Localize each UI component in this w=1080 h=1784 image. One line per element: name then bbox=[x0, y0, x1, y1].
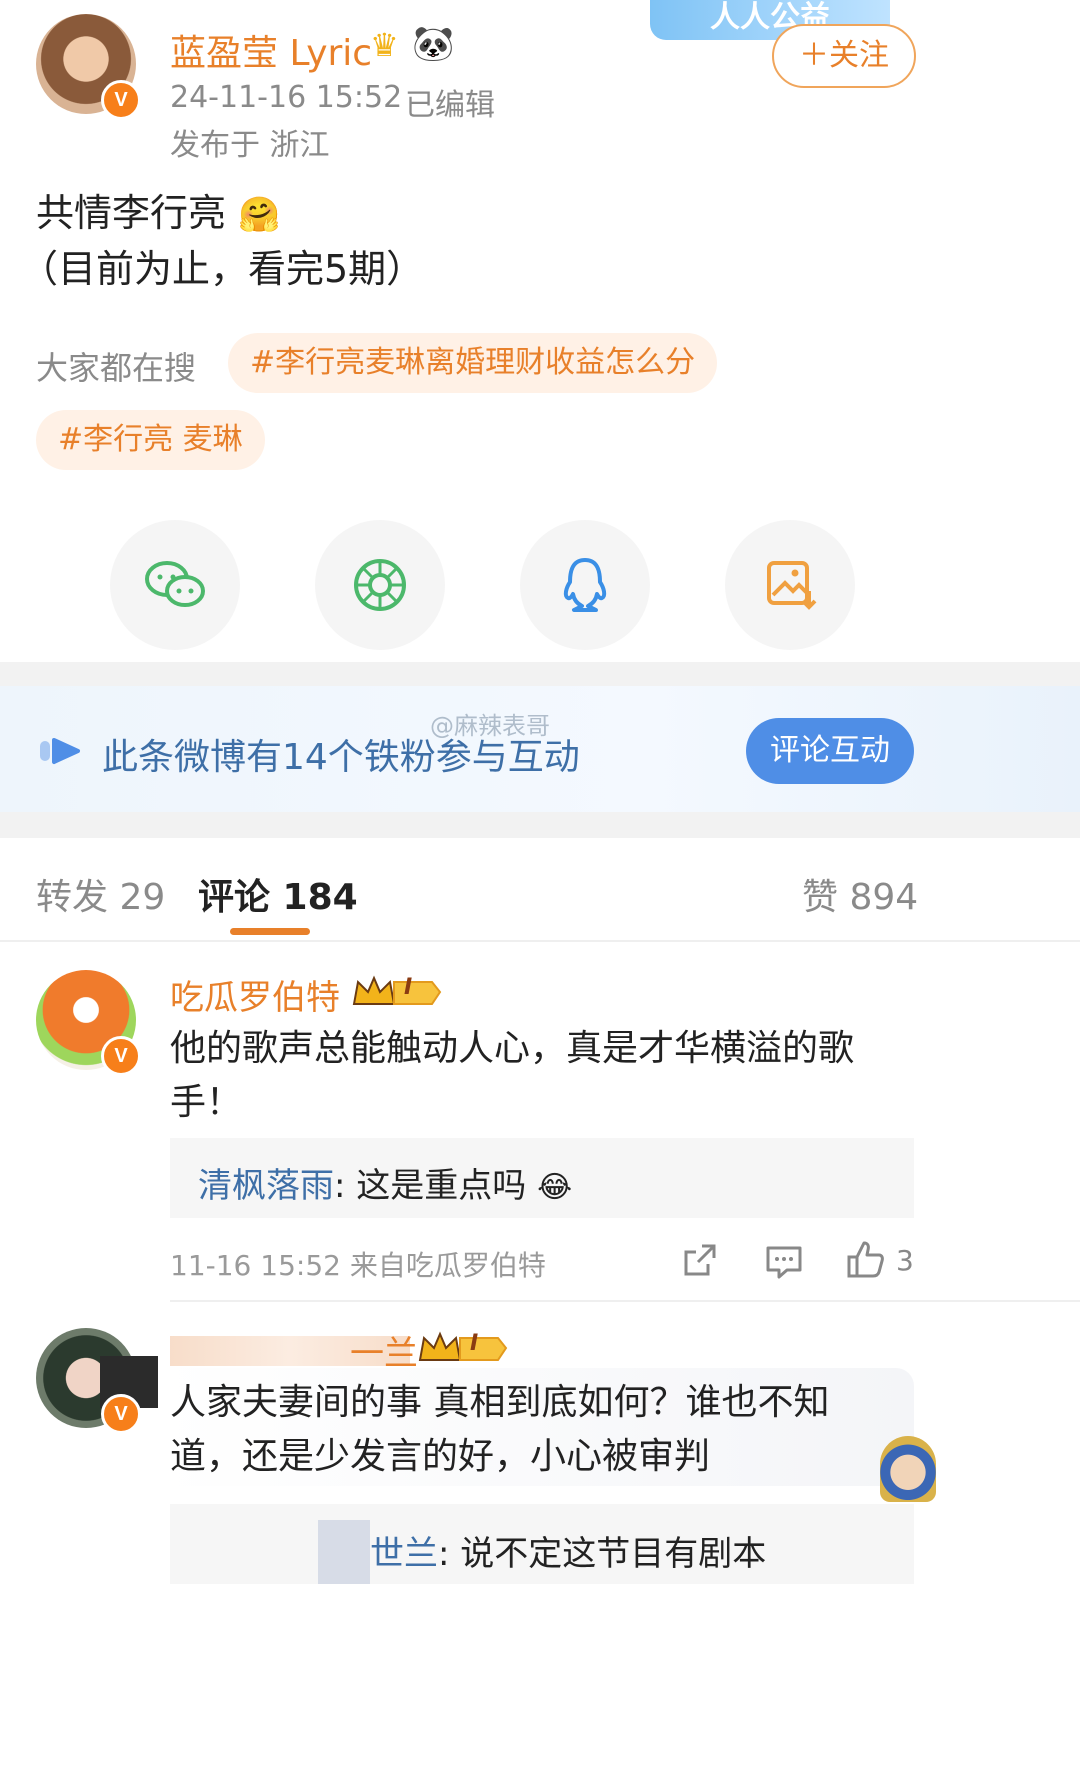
panda-icon: 🐼 bbox=[412, 24, 455, 64]
share-wechat-button[interactable] bbox=[110, 520, 240, 650]
save-image-button[interactable] bbox=[725, 520, 855, 650]
reply-text: : 说不定这节目有剧本 bbox=[438, 1534, 767, 1574]
topic-tag-1[interactable]: #李行亮麦琳离婚理财收益怎么分 bbox=[228, 333, 718, 393]
moments-icon bbox=[354, 559, 406, 611]
repost-comment-button[interactable] bbox=[680, 1240, 720, 1280]
edited-label[interactable]: 已编辑 bbox=[405, 80, 495, 124]
reply-line: 世兰: 说不定这节目有剧本 bbox=[370, 1526, 766, 1575]
comment-icon bbox=[766, 1246, 802, 1279]
tab-repost[interactable]: 转发 29 bbox=[36, 868, 165, 920]
post-time: 24-11-16 15:52 bbox=[170, 80, 403, 115]
wechat-icon bbox=[145, 561, 205, 607]
watermark: @麻辣表哥 bbox=[430, 712, 550, 740]
comment-interact-button[interactable]: 评论互动 bbox=[746, 718, 914, 784]
reply-username[interactable]: 清枫落雨 bbox=[198, 1166, 334, 1206]
reply-text: : 这是重点吗 bbox=[334, 1166, 527, 1206]
share-qq-button[interactable] bbox=[520, 520, 650, 650]
verified-badge-icon: V bbox=[101, 1036, 141, 1076]
vip-level-badge: I bbox=[418, 1330, 508, 1362]
fans-play-icon bbox=[38, 736, 84, 766]
topic-tag-2[interactable]: #李行亮 麦琳 bbox=[36, 410, 265, 470]
pearl-earring-sticker-icon bbox=[880, 1436, 936, 1502]
reply-comment-button[interactable] bbox=[764, 1242, 804, 1282]
tab-active-indicator bbox=[230, 928, 310, 935]
section-divider bbox=[0, 662, 1080, 686]
like-comment-button[interactable] bbox=[844, 1238, 886, 1280]
verified-badge-icon: V bbox=[101, 80, 141, 120]
vip-level-text: I bbox=[404, 975, 413, 1000]
section-divider-2 bbox=[0, 812, 1080, 838]
post-content-line1: 共情李行亮 🤗 bbox=[36, 191, 281, 235]
comment-text: 他的歌声总能触动人心，真是才华横溢的歌手！ bbox=[170, 1028, 855, 1123]
tabs-divider bbox=[0, 940, 1080, 942]
share-moments-button[interactable] bbox=[315, 520, 445, 650]
verified-badge-icon: V bbox=[101, 1394, 141, 1434]
laugh-cry-emoji-icon: 😂 bbox=[537, 1170, 573, 1205]
comment-divider bbox=[170, 1300, 1080, 1302]
tab-likes[interactable]: 赞 894 bbox=[802, 868, 918, 920]
thumbs-up-icon bbox=[847, 1241, 884, 1278]
comment-username[interactable]: 吃瓜罗伯特 bbox=[170, 970, 340, 1019]
vip-level-text: I bbox=[470, 1331, 479, 1356]
reply-redaction bbox=[318, 1520, 370, 1584]
hug-emoji-icon: 🤗 bbox=[238, 195, 281, 235]
vip-level-badge: I bbox=[352, 974, 442, 1006]
comment-meta: 11-16 15:52 来自吃瓜罗伯特 bbox=[170, 1249, 546, 1282]
tab-comments[interactable]: 评论 184 bbox=[198, 868, 358, 920]
share-out-icon bbox=[684, 1244, 716, 1276]
reply-username[interactable]: 世兰 bbox=[370, 1534, 438, 1574]
save-image-icon bbox=[767, 561, 817, 610]
crown-icon: ♛ bbox=[370, 26, 399, 64]
author-name[interactable]: 蓝盈莹 Lyric bbox=[170, 24, 372, 76]
qq-icon bbox=[563, 558, 607, 612]
like-count: 3 bbox=[896, 1244, 914, 1277]
post-content-line2: （目前为止，看完5期） bbox=[20, 247, 425, 291]
search-label: 大家都在搜 bbox=[36, 349, 197, 387]
post-location: 发布于 浙江 bbox=[170, 128, 330, 163]
comment-text: 人家夫妻间的事 真相到底如何？谁也不知道，还是少发言的好，小心被审判 bbox=[170, 1382, 830, 1477]
reply-line: 清枫落雨: 这是重点吗 😂 bbox=[198, 1158, 572, 1207]
follow-button[interactable]: ＋关注 bbox=[772, 24, 916, 88]
